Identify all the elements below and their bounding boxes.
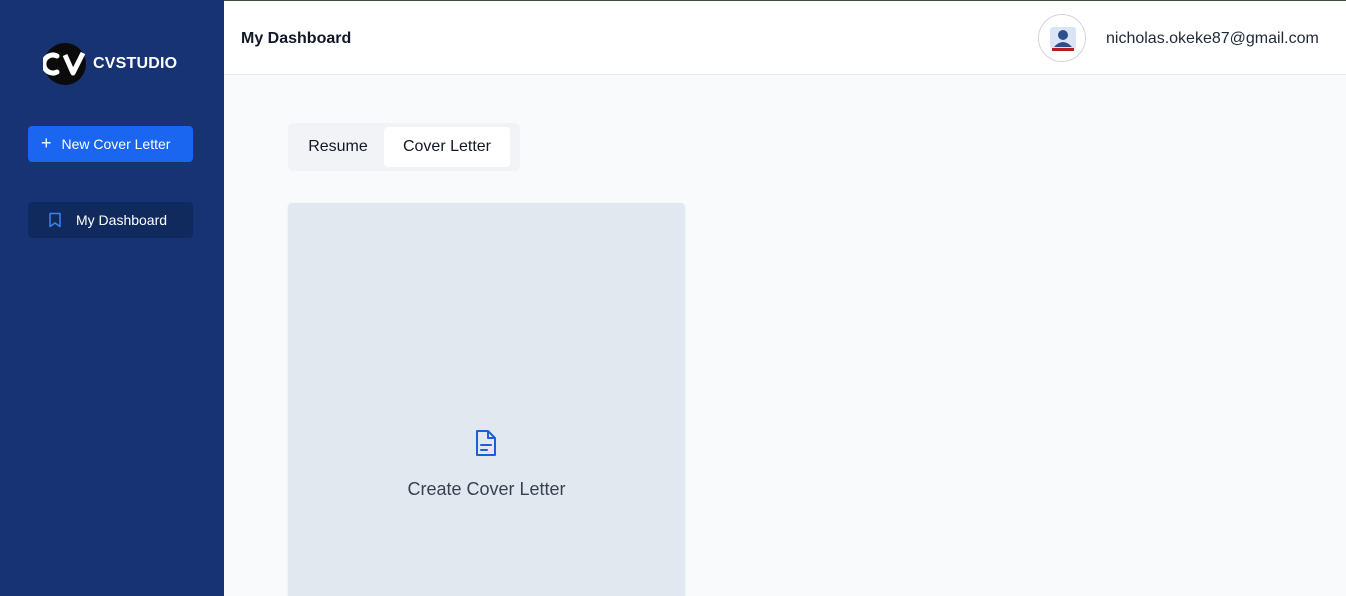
bookmark-icon — [48, 212, 62, 228]
logo-mark — [41, 42, 91, 86]
tab-resume[interactable]: Resume — [292, 127, 384, 167]
create-cover-letter-label: Create Cover Letter — [407, 479, 566, 499]
new-cover-letter-button[interactable]: + New Cover Letter — [28, 126, 193, 162]
sidebar: CVSTUDIO + New Cover Letter My Dashboard — [0, 0, 224, 596]
app-root: CVSTUDIO + New Cover Letter My Dashboard… — [0, 0, 1346, 596]
header: My Dashboard nicholas.okeke87@gmail.com — [224, 0, 1346, 75]
sidebar-item-my-dashboard[interactable]: My Dashboard — [28, 202, 193, 238]
plus-icon: + — [41, 133, 52, 153]
sidebar-item-label: My Dashboard — [76, 212, 168, 228]
page-title: My Dashboard — [241, 30, 352, 47]
user-email[interactable]: nicholas.okeke87@gmail.com — [1106, 30, 1319, 48]
avatar[interactable] — [1038, 14, 1086, 62]
logo[interactable]: CVSTUDIO — [41, 42, 178, 86]
tab-cover-letter[interactable]: Cover Letter — [384, 127, 510, 167]
new-cover-letter-label: New Cover Letter — [61, 136, 171, 152]
document-type-tabs: Resume Cover Letter — [288, 123, 520, 171]
logo-text: CVSTUDIO — [93, 55, 178, 72]
document-icon — [474, 429, 498, 457]
create-cover-letter-card[interactable]: Create Cover Letter — [288, 203, 685, 596]
